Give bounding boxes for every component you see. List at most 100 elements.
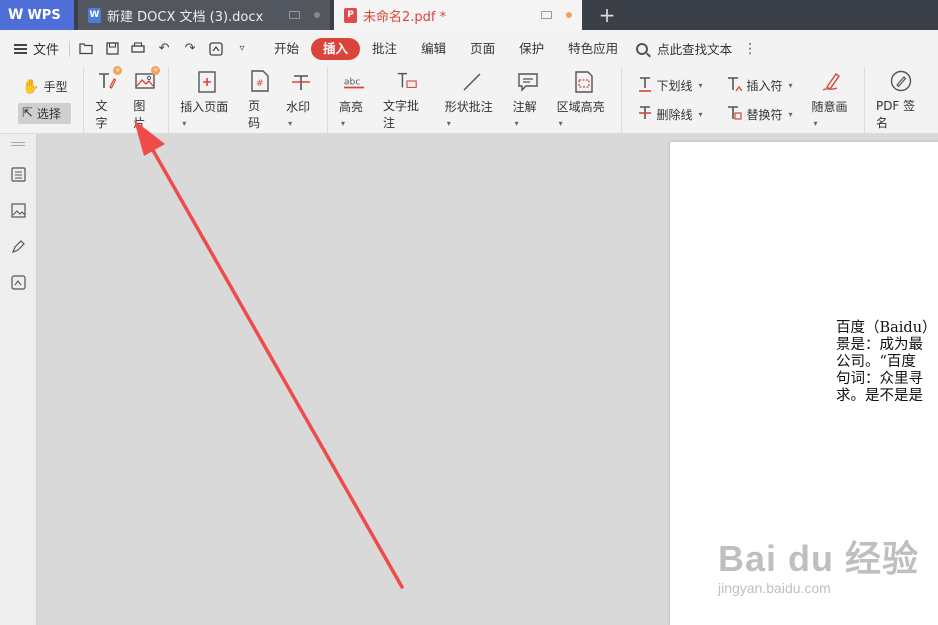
- insert-image-button[interactable]: + 图片: [126, 65, 164, 133]
- file-menu-label: 文件: [33, 43, 60, 58]
- strikethrough-button[interactable]: 删除线: [634, 103, 706, 126]
- note-label: 注解: [513, 98, 543, 129]
- svg-text:abc: abc: [344, 77, 360, 88]
- open-folder-icon[interactable]: [78, 41, 94, 57]
- insert-text-button[interactable]: + 文字: [88, 65, 126, 133]
- thumbnail-image-icon[interactable]: [10, 202, 26, 218]
- sidebar-grip-handle[interactable]: [11, 142, 25, 146]
- ribbon-group-annotate: abc 高亮 文字批注 形状批注 注解 区域高亮: [328, 67, 623, 133]
- insert-symbol-button[interactable]: 插入符: [722, 74, 796, 97]
- unsaved-dot[interactable]: [566, 12, 572, 18]
- tab-edit[interactable]: 编辑: [409, 38, 458, 60]
- insert-ribbon: ✋ 手型 ⇱ 选择 + 文字 + 图片 插入页面 ▾ # 页码 水印 ▾ abc…: [0, 65, 938, 134]
- page-number-icon: #: [249, 69, 271, 92]
- tab-comment[interactable]: 批注: [360, 38, 409, 60]
- text-comment-button[interactable]: 文字批注: [376, 67, 438, 133]
- tab-protect[interactable]: 保护: [507, 38, 556, 60]
- area-highlight-label: 区域高亮: [557, 98, 611, 129]
- text-line: 求。是不是是: [836, 388, 923, 404]
- hand-tool-label: 手型: [43, 80, 68, 94]
- area-highlight-button[interactable]: 区域高亮: [550, 67, 618, 133]
- tab-docx[interactable]: W 新建 DOCX 文档 (3).docx: [78, 0, 330, 30]
- shape-comment-button[interactable]: 形状批注: [438, 67, 506, 133]
- menu-bar: 文件 ↶ ↷ ▿ 开始 插入 批注 编辑 页面 保护 特色应用 点此查找文本 ⋮: [0, 30, 938, 67]
- cursor-icon: ⇱: [22, 106, 33, 121]
- left-sidebar: [0, 134, 37, 625]
- print-icon[interactable]: [130, 41, 146, 57]
- note-bubble-icon: [517, 71, 539, 93]
- wps-logo-label: WPS: [27, 7, 61, 23]
- annotation-pen-icon[interactable]: [10, 238, 26, 254]
- text-line: 景是：成为最: [836, 337, 923, 353]
- tab-insert[interactable]: 插入: [311, 37, 361, 60]
- line-shape-icon: [461, 71, 483, 93]
- watermark-label: 水印: [286, 98, 316, 129]
- monitor-icon[interactable]: [541, 11, 552, 19]
- signature-icon: [890, 70, 912, 92]
- tab-docx-title: 新建 DOCX 文档 (3).docx: [107, 9, 264, 25]
- plus-badge-icon: +: [151, 65, 161, 75]
- area-highlight-icon: [573, 71, 595, 93]
- insert-page-button[interactable]: 插入页面: [173, 67, 241, 133]
- wps-logo-icon: W: [8, 7, 24, 23]
- pdf-sign-button[interactable]: PDF 签名: [869, 67, 934, 133]
- select-tool-button[interactable]: ⇱ 选择: [18, 103, 72, 124]
- baidu-jingyan-watermark: Bai du 经验 jingyan.baidu.com: [718, 530, 919, 596]
- watermark-icon: [290, 71, 312, 93]
- tab-start[interactable]: 开始: [262, 38, 311, 60]
- watermark-button[interactable]: 水印: [279, 67, 323, 133]
- ribbon-group-page: 插入页面 # 页码 水印: [169, 67, 328, 133]
- tab-page[interactable]: 页面: [458, 38, 507, 60]
- watermark-logo: Bai du 经验: [718, 538, 920, 579]
- page-text-block: 百度（Baidu） 景是：成为最 公司。“百度 句词：众里寻 求。是不是是: [836, 320, 937, 405]
- replace-symbol-label: 替换符: [746, 108, 783, 122]
- text-pen-icon: +: [96, 65, 123, 92]
- quick-access-dropdown-icon[interactable]: ▿: [234, 41, 250, 57]
- text-comment-icon: [396, 70, 418, 92]
- hamburger-icon: [14, 43, 27, 54]
- replace-symbol-button[interactable]: 替换符: [722, 103, 796, 126]
- strikethrough-label: 删除线: [656, 108, 693, 122]
- ribbon-group-text-image: + 文字 + 图片: [84, 65, 170, 133]
- tab-pdf[interactable]: P 未命名2.pdf *: [334, 0, 582, 30]
- strikethrough-icon: [638, 105, 652, 124]
- freehand-label: 随意画: [812, 98, 853, 129]
- export-icon[interactable]: [208, 41, 224, 57]
- replace-icon: [726, 105, 743, 124]
- monitor-icon[interactable]: [289, 11, 300, 19]
- note-button[interactable]: 注解: [506, 67, 550, 133]
- undo-icon[interactable]: ↶: [156, 41, 172, 57]
- underline-icon: [638, 76, 652, 95]
- text-line: 公司。“百度: [836, 354, 916, 370]
- text-line: 句词：众里寻: [836, 371, 923, 387]
- docx-file-icon: W: [88, 7, 101, 23]
- image-icon: +: [134, 65, 161, 92]
- hand-tool-button[interactable]: ✋ 手型: [18, 76, 71, 97]
- signature-panel-icon[interactable]: [10, 274, 26, 290]
- redo-icon[interactable]: ↷: [182, 41, 198, 57]
- freehand-button[interactable]: 随意画: [805, 67, 860, 133]
- plus-badge-icon: +: [113, 65, 123, 75]
- quick-access-toolbar: ↶ ↷ ▿: [69, 40, 250, 57]
- ribbon-group-sign: PDF 签名: [865, 67, 938, 133]
- page-number-button[interactable]: # 页码: [241, 67, 279, 133]
- find-text-search[interactable]: 点此查找文本 ⋮: [636, 39, 757, 58]
- more-options-icon[interactable]: ⋮: [743, 41, 757, 57]
- underline-button[interactable]: 下划线: [634, 74, 706, 97]
- tab-features[interactable]: 特色应用: [556, 38, 630, 60]
- outline-list-icon[interactable]: [10, 166, 26, 182]
- new-tab-button[interactable]: +: [592, 0, 622, 30]
- shape-comment-label: 形状批注: [445, 98, 499, 129]
- highlight-label: 高亮: [339, 98, 369, 129]
- svg-text:#: #: [256, 79, 264, 89]
- insert-page-label: 插入页面: [180, 98, 234, 129]
- close-tab-dot[interactable]: [314, 12, 320, 18]
- wps-home-button[interactable]: W WPS: [0, 0, 74, 30]
- tab-pdf-title: 未命名2.pdf *: [363, 9, 447, 25]
- title-tab-bar: W WPS W 新建 DOCX 文档 (3).docx P 未命名2.pdf *…: [0, 0, 938, 30]
- file-menu-button[interactable]: 文件: [14, 39, 59, 58]
- save-icon[interactable]: [104, 41, 120, 57]
- highlight-button[interactable]: abc 高亮: [332, 67, 376, 133]
- add-page-icon: [196, 71, 218, 93]
- text-line: 百度（Baidu）: [836, 320, 937, 336]
